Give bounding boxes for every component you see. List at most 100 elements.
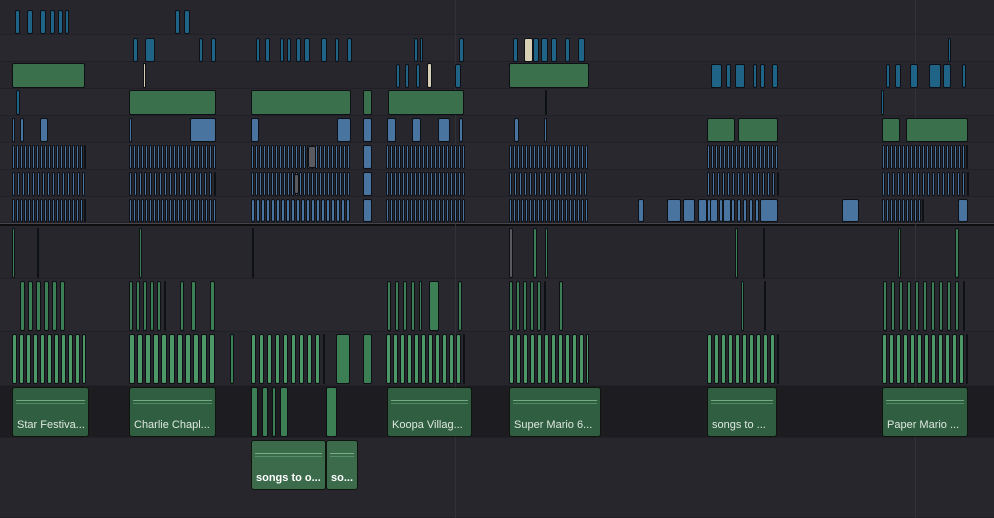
timeline-clip[interactable] <box>12 228 15 278</box>
timeline-clip[interactable] <box>513 145 516 169</box>
timeline-clip[interactable] <box>569 172 572 196</box>
timeline-clip[interactable] <box>316 199 320 222</box>
timeline-clip[interactable] <box>939 281 943 331</box>
timeline-clip[interactable] <box>763 228 765 278</box>
video-track-v4[interactable] <box>0 116 994 143</box>
timeline-clip[interactable] <box>537 281 541 331</box>
timeline-clip[interactable] <box>728 334 733 384</box>
timeline-clip[interactable] <box>743 145 746 169</box>
timeline-clip[interactable] <box>899 281 903 331</box>
timeline-clip[interactable] <box>165 145 168 169</box>
timeline-clip[interactable] <box>279 145 282 169</box>
timeline-clip[interactable] <box>952 334 957 384</box>
timeline-clip[interactable] <box>129 90 216 115</box>
timeline-clip[interactable] <box>534 172 537 196</box>
timeline-clip[interactable] <box>12 145 15 169</box>
timeline-clip[interactable] <box>573 145 576 169</box>
timeline-clip[interactable] <box>137 199 140 222</box>
timeline-clip[interactable] <box>84 199 86 222</box>
timeline-clip[interactable] <box>544 281 546 331</box>
timeline-clip[interactable] <box>347 38 352 62</box>
timeline-clip[interactable] <box>68 145 71 169</box>
timeline-clip[interactable] <box>271 199 275 222</box>
timeline-clip[interactable] <box>565 334 570 384</box>
timeline-clip[interactable] <box>533 199 536 222</box>
timeline-clip[interactable] <box>906 199 909 222</box>
timeline-clip[interactable] <box>301 199 305 222</box>
timeline-clip[interactable] <box>388 90 464 115</box>
timeline-clip[interactable] <box>929 64 941 88</box>
timeline-clip[interactable] <box>962 145 965 169</box>
timeline-clip[interactable] <box>514 172 517 196</box>
timeline-clip[interactable] <box>910 334 915 384</box>
timeline-clip[interactable] <box>442 199 445 222</box>
timeline-clip[interactable] <box>24 199 27 222</box>
timeline-clip[interactable] <box>707 118 735 142</box>
timeline-clip[interactable] <box>321 38 327 62</box>
timeline-clip[interactable] <box>386 172 389 196</box>
timeline-clip[interactable] <box>902 145 905 169</box>
timeline-clip[interactable] <box>450 145 453 169</box>
timeline-clip[interactable] <box>12 334 17 384</box>
timeline-clip[interactable] <box>967 172 969 196</box>
timeline-clip[interactable] <box>886 145 889 169</box>
timeline-clip[interactable] <box>747 145 750 169</box>
timeline-clip[interactable] <box>938 334 943 384</box>
audio-track-a1[interactable] <box>0 438 994 518</box>
timeline-clip[interactable] <box>72 172 75 196</box>
timeline-clip[interactable] <box>52 172 55 196</box>
timeline-clip[interactable] <box>12 118 15 142</box>
timeline-clip[interactable] <box>747 172 750 196</box>
timeline-clip[interactable] <box>927 172 930 196</box>
timeline-clip[interactable] <box>551 334 556 384</box>
timeline-clip[interactable] <box>410 172 413 196</box>
timeline-clip[interactable] <box>205 199 208 222</box>
timeline-clip[interactable] <box>557 199 560 222</box>
timeline-clip[interactable] <box>180 281 184 331</box>
timeline-clip[interactable] <box>958 199 968 222</box>
timeline-clip[interactable] <box>336 334 350 384</box>
timeline-clip[interactable] <box>523 334 528 384</box>
timeline-clip[interactable] <box>275 172 278 196</box>
timeline-clip[interactable] <box>64 199 67 222</box>
timeline-clip[interactable] <box>291 334 296 384</box>
timeline-clip[interactable] <box>530 334 535 384</box>
timeline-clip[interactable] <box>315 172 318 196</box>
timeline-clip[interactable] <box>763 334 768 384</box>
timeline-clip[interactable] <box>886 64 890 88</box>
timeline-clip[interactable] <box>406 199 409 222</box>
timeline-clip[interactable] <box>428 334 433 384</box>
timeline-clip[interactable] <box>134 172 137 196</box>
timeline-clip[interactable] <box>72 145 75 169</box>
timeline-clip[interactable] <box>558 334 563 384</box>
timeline-clip[interactable] <box>579 172 582 196</box>
timeline-clip[interactable] <box>962 172 965 196</box>
timeline-clip[interactable] <box>442 172 445 196</box>
timeline-clip[interactable] <box>422 199 425 222</box>
timeline-clip[interactable] <box>37 228 39 278</box>
timeline-clip[interactable] <box>894 199 897 222</box>
timeline-clip[interactable] <box>20 199 23 222</box>
timeline-clip[interactable] <box>731 199 735 222</box>
timeline-clip[interactable] <box>509 199 512 222</box>
timeline-clip[interactable] <box>22 172 25 196</box>
timeline-clip[interactable] <box>80 199 83 222</box>
timeline-clip[interactable] <box>698 199 707 222</box>
timeline-clip[interactable] <box>346 199 350 222</box>
timeline-clip[interactable] <box>139 172 142 196</box>
timeline-clip[interactable] <box>61 334 66 384</box>
timeline-clip[interactable] <box>137 145 140 169</box>
timeline-clip[interactable] <box>145 334 151 384</box>
timeline-clip[interactable] <box>40 334 45 384</box>
timeline-clip[interactable] <box>12 172 15 196</box>
timeline-clip[interactable] <box>513 38 518 62</box>
timeline-clip[interactable] <box>529 145 532 169</box>
timeline-clip[interactable] <box>763 145 766 169</box>
timeline-clip[interactable] <box>19 334 24 384</box>
timeline-clip[interactable] <box>942 145 945 169</box>
timeline-clip[interactable] <box>906 145 909 169</box>
timeline-clip[interactable] <box>898 145 901 169</box>
timeline-clip[interactable] <box>327 145 330 169</box>
timeline-clip[interactable] <box>947 281 951 331</box>
timeline-clip[interactable] <box>281 199 285 222</box>
